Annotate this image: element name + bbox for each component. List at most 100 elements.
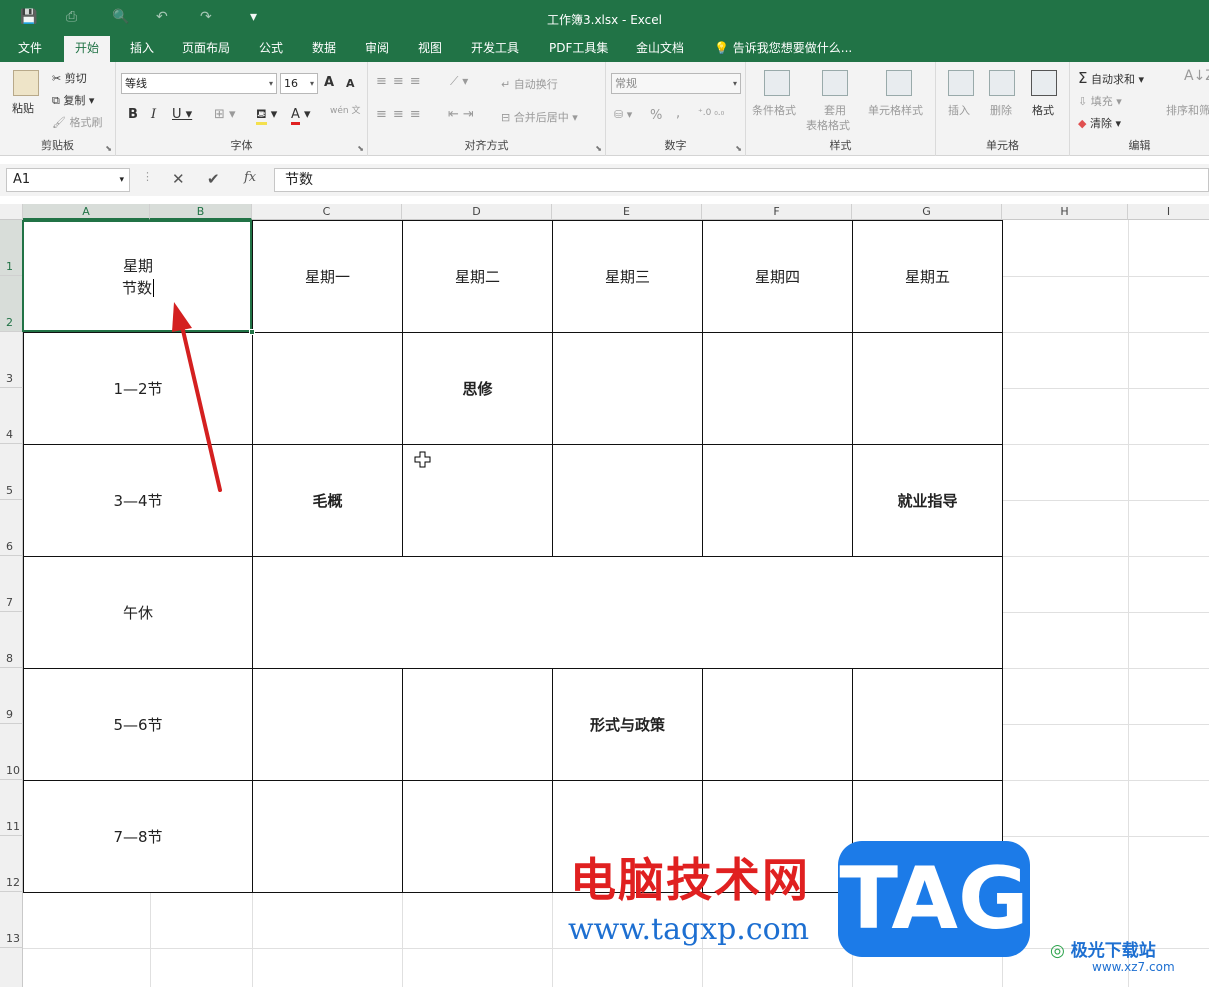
tab-view[interactable]: 视图: [407, 36, 453, 62]
enter-button[interactable]: ✔: [207, 170, 220, 188]
cut-button[interactable]: ✂ 剪切: [52, 70, 87, 86]
tab-insert[interactable]: 插入: [119, 36, 165, 62]
format-painter-button[interactable]: 🖌 格式刷: [52, 114, 102, 130]
tab-file[interactable]: 文件: [7, 36, 53, 62]
alignment-launcher-icon[interactable]: ⬊: [595, 144, 602, 153]
cell-course-jiuye[interactable]: 就业指导: [853, 445, 1002, 556]
column-header-c[interactable]: C: [252, 204, 402, 220]
column-header-i[interactable]: I: [1128, 204, 1209, 220]
cell-thursday[interactable]: 星期四: [703, 221, 852, 332]
orientation-button[interactable]: ⟋ ▾: [450, 74, 468, 89]
cell-styles-button[interactable]: 单元格样式: [868, 102, 923, 118]
tab-developer[interactable]: 开发工具: [460, 36, 530, 62]
cell-friday[interactable]: 星期五: [853, 221, 1002, 332]
autosum-button[interactable]: Σ 自动求和 ▾: [1078, 69, 1144, 87]
tab-home[interactable]: 开始: [64, 36, 111, 63]
row-header-1[interactable]: 1: [0, 220, 23, 276]
indent-buttons[interactable]: ⇤⇥: [448, 107, 478, 122]
font-name-select[interactable]: 等线 ▾: [121, 73, 277, 94]
cell-period-5-6[interactable]: 5—6节: [24, 669, 252, 780]
row-header-10[interactable]: 10: [0, 724, 23, 780]
copy-button[interactable]: ⧉ 复制 ▾: [52, 92, 94, 108]
merge-center-button[interactable]: ⊟ 合并后居中 ▾: [501, 109, 578, 125]
bold-button[interactable]: B: [128, 107, 138, 122]
column-header-e[interactable]: E: [552, 204, 702, 220]
font-size-select[interactable]: 16 ▾: [280, 73, 318, 94]
column-header-a[interactable]: A: [23, 204, 150, 220]
horizontal-align-buttons[interactable]: ≡≡≡: [376, 107, 427, 122]
border-button[interactable]: ⊞ ▾: [214, 107, 236, 122]
vertical-align-buttons[interactable]: ≡≡≡: [376, 74, 427, 89]
fill-button[interactable]: ⇩ 填充 ▾: [1078, 93, 1122, 109]
formula-input[interactable]: 节数: [274, 168, 1209, 192]
clear-button[interactable]: ◆ 清除 ▾: [1078, 115, 1121, 131]
row-header-12[interactable]: 12: [0, 836, 23, 892]
cell-tuesday[interactable]: 星期二: [403, 221, 552, 332]
column-header-d[interactable]: D: [402, 204, 552, 220]
number-launcher-icon[interactable]: ⬊: [735, 144, 742, 153]
table-format-button[interactable]: 套用: [824, 102, 846, 118]
shrink-font-button[interactable]: A: [346, 77, 355, 90]
italic-button[interactable]: I: [151, 107, 156, 122]
cell-course-sixiu[interactable]: 思修: [403, 333, 552, 444]
clipboard-launcher-icon[interactable]: ⬊: [105, 144, 112, 153]
tab-pdf-tools[interactable]: PDF工具集: [538, 36, 619, 62]
fill-color-button[interactable]: ⛾ ▾: [256, 107, 277, 125]
select-all-corner[interactable]: [0, 204, 23, 220]
percent-button[interactable]: %: [650, 108, 662, 123]
cancel-button[interactable]: ✕: [172, 170, 185, 188]
grow-font-button[interactable]: A: [324, 75, 334, 90]
format-cells-button[interactable]: 格式: [1032, 102, 1054, 118]
cell-wednesday[interactable]: 星期三: [553, 221, 702, 332]
cell-monday[interactable]: 星期一: [253, 221, 402, 332]
row-header-14[interactable]: [0, 948, 23, 987]
worksheet-grid[interactable]: A B C D E F G H I 1 2 3 4 5 6 7 8 9 10 1…: [0, 204, 1209, 987]
tab-kingsoft-docs[interactable]: 金山文档: [625, 36, 695, 62]
phonetic-button[interactable]: wén 文: [330, 107, 360, 116]
fill-handle[interactable]: [249, 329, 255, 335]
comma-button[interactable]: ,: [676, 106, 680, 121]
row-header-11[interactable]: 11: [0, 780, 23, 836]
column-header-b[interactable]: B: [150, 204, 252, 220]
cell-period-7-8[interactable]: 7—8节: [24, 781, 252, 892]
row-header-4[interactable]: 4: [0, 388, 23, 444]
watermark-site-url: www.tagxp.com: [568, 912, 810, 947]
swirl-icon: ◎: [1050, 941, 1065, 961]
tab-formulas[interactable]: 公式: [248, 36, 294, 62]
number-format-select[interactable]: 常规 ▾: [611, 73, 741, 94]
row-header-8[interactable]: 8: [0, 612, 23, 668]
delete-cells-button[interactable]: 删除: [990, 102, 1012, 118]
sort-filter-button[interactable]: 排序和筛: [1166, 102, 1209, 118]
paste-icon[interactable]: [13, 70, 39, 96]
insert-cells-button[interactable]: 插入: [948, 102, 970, 118]
row-header-3[interactable]: 3: [0, 332, 23, 388]
row-header-2[interactable]: 2: [0, 276, 23, 332]
currency-button[interactable]: ⛁ ▾: [614, 108, 632, 121]
row-header-7[interactable]: 7: [0, 556, 23, 612]
row-header-13[interactable]: 13: [0, 892, 23, 948]
underline-button[interactable]: U ▾: [172, 107, 192, 122]
column-header-f[interactable]: F: [702, 204, 852, 220]
tell-me-box[interactable]: 💡 告诉我您想要做什么...: [703, 36, 863, 62]
cell-lunch-break[interactable]: 午休: [24, 557, 252, 668]
column-header-g[interactable]: G: [852, 204, 1002, 220]
insert-function-button[interactable]: fx: [244, 170, 256, 185]
tab-review[interactable]: 审阅: [354, 36, 400, 62]
row-header-5[interactable]: 5: [0, 444, 23, 500]
column-header-h[interactable]: H: [1002, 204, 1128, 220]
font-color-icon: A: [291, 107, 300, 125]
tab-data[interactable]: 数据: [301, 36, 347, 62]
cell-course-maogai[interactable]: 毛概: [253, 445, 402, 556]
wrap-text-button[interactable]: ↵ 自动换行: [501, 76, 558, 92]
paste-button[interactable]: 粘贴: [12, 100, 34, 116]
name-box[interactable]: A1 ▾: [6, 168, 130, 192]
decimal-buttons[interactable]: ⁺.0 ₀.₀: [698, 108, 724, 118]
row-header-6[interactable]: 6: [0, 500, 23, 556]
font-color-button[interactable]: A ▾: [291, 107, 311, 125]
tab-page-layout[interactable]: 页面布局: [171, 36, 241, 62]
gridline: [1002, 332, 1209, 333]
font-launcher-icon[interactable]: ⬊: [357, 144, 364, 153]
cell-course-xingshi[interactable]: 形式与政策: [553, 669, 702, 780]
conditional-format-button[interactable]: 条件格式: [752, 102, 796, 118]
row-header-9[interactable]: 9: [0, 668, 23, 724]
